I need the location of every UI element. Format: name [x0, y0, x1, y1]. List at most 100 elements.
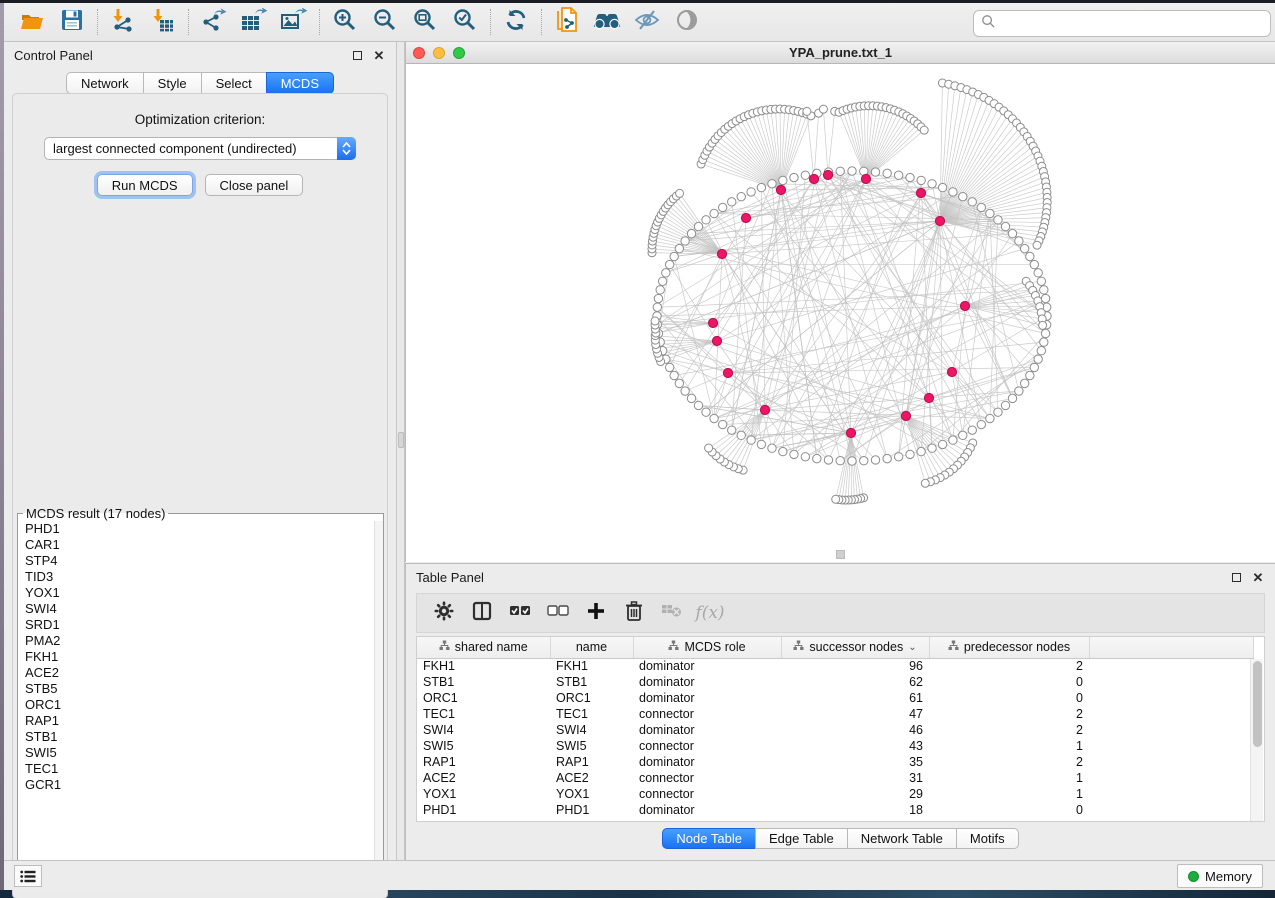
export-image-button[interactable]: [274, 6, 314, 38]
search-input[interactable]: [1001, 16, 1270, 31]
mcds-list-scrollbar[interactable]: [374, 521, 383, 873]
show-panel-button[interactable]: [667, 6, 707, 38]
table-row[interactable]: ORC1ORC1dominator610: [417, 690, 1253, 706]
mcds-result-item[interactable]: SWI5: [18, 745, 383, 761]
close-panel-icon[interactable]: ✕: [372, 48, 386, 62]
tab-mcds[interactable]: MCDS: [266, 72, 334, 94]
mcds-result-item[interactable]: ORC1: [18, 697, 383, 713]
import-network-button[interactable]: [103, 6, 143, 38]
table-row[interactable]: RAP1RAP1dominator352: [417, 754, 1253, 770]
status-bar: Memory: [4, 860, 1275, 890]
column-header-name[interactable]: name: [550, 637, 633, 658]
trash-button[interactable]: [617, 598, 651, 628]
close-panel-button[interactable]: Close panel: [205, 174, 304, 196]
refresh-button[interactable]: [496, 6, 536, 38]
table-row[interactable]: FKH1FKH1dominator962: [417, 658, 1253, 674]
network-window-title: YPA_prune.txt_1: [406, 45, 1275, 60]
check-all-button[interactable]: [503, 598, 537, 628]
table-scrollbar[interactable]: [1250, 659, 1263, 822]
splitter-grip[interactable]: [398, 432, 404, 448]
zoom-fit-button[interactable]: [405, 6, 445, 38]
node-table[interactable]: shared namenameMCDS rolesuccessor nodes⌄…: [417, 637, 1254, 818]
mcds-result-item[interactable]: PMA2: [18, 633, 383, 649]
zoom-selected-button[interactable]: [445, 6, 485, 38]
network-hscroll-thumb[interactable]: [836, 550, 845, 559]
export-table-button[interactable]: [234, 6, 274, 38]
tab-edge-table[interactable]: Edge Table: [755, 828, 847, 849]
save-session-button[interactable]: [52, 6, 92, 38]
save-session-icon: [61, 9, 83, 36]
network-canvas[interactable]: [406, 64, 1274, 560]
table-row[interactable]: ACE2ACE2connector311: [417, 770, 1253, 786]
run-mcds-button[interactable]: Run MCDS: [97, 174, 193, 196]
mcds-result-item[interactable]: FKH1: [18, 649, 383, 665]
mcds-result-item[interactable]: YOX1: [18, 585, 383, 601]
search-network-button[interactable]: [587, 6, 627, 38]
table-row[interactable]: STB1STB1dominator620: [417, 674, 1253, 690]
mcds-result-item[interactable]: CAR1: [18, 537, 383, 553]
table-row[interactable]: YOX1YOX1connector291: [417, 786, 1253, 802]
search-field[interactable]: [973, 10, 1271, 37]
delete-table-button[interactable]: [655, 598, 689, 628]
trash-icon: [625, 601, 643, 626]
tab-node-table[interactable]: Node Table: [662, 828, 755, 849]
table-row[interactable]: TEC1TEC1connector472: [417, 706, 1253, 722]
table-row[interactable]: SWI4SWI4dominator462: [417, 722, 1253, 738]
mcds-result-item[interactable]: TID3: [18, 569, 383, 585]
mcds-result-item[interactable]: STB1: [18, 729, 383, 745]
uncheck-all-button[interactable]: [541, 598, 575, 628]
mcds-result-item[interactable]: TEC1: [18, 761, 383, 777]
columns-button[interactable]: [465, 598, 499, 628]
criterion-dropdown[interactable]: largest connected component (undirected): [44, 137, 356, 160]
mcds-result-item[interactable]: ACE2: [18, 665, 383, 681]
mcds-result-list[interactable]: PHD1CAR1STP4TID3YOX1SWI4SRD1PMA2FKH1ACE2…: [18, 521, 383, 873]
zoom-selected-icon: [453, 8, 477, 37]
optimization-criterion-label: Optimization criterion:: [13, 112, 387, 127]
memory-button[interactable]: Memory: [1177, 864, 1263, 888]
add-button[interactable]: [579, 598, 613, 628]
float-table-panel-icon[interactable]: [1229, 570, 1243, 584]
float-window-icon[interactable]: [350, 48, 364, 62]
new-network-from-file-button[interactable]: [547, 6, 587, 38]
mcds-result-item[interactable]: SWI4: [18, 601, 383, 617]
tab-select[interactable]: Select: [201, 72, 266, 94]
mcds-result-item[interactable]: STB5: [18, 681, 383, 697]
column-header-shared-name[interactable]: shared name: [417, 637, 550, 658]
table-scrollbar-thumb[interactable]: [1253, 661, 1262, 747]
column-header-successor-nodes[interactable]: successor nodes⌄: [781, 637, 929, 658]
attribute-icon: [948, 640, 959, 654]
hide-panel-button[interactable]: [627, 6, 667, 38]
fx-button[interactable]: f(x): [693, 598, 727, 628]
gear-button[interactable]: [427, 598, 461, 628]
zoom-in-button[interactable]: [325, 6, 365, 38]
mcds-result-item[interactable]: PHD1: [18, 521, 383, 537]
open-file-button[interactable]: [12, 6, 52, 38]
tab-network-table[interactable]: Network Table: [847, 828, 956, 849]
list-icon: [20, 870, 36, 883]
close-table-panel-icon[interactable]: ✕: [1251, 570, 1265, 584]
node-table-container: shared namenameMCDS rolesuccessor nodes⌄…: [416, 636, 1265, 822]
tab-motifs[interactable]: Motifs: [956, 828, 1019, 849]
mcds-result-item[interactable]: RAP1: [18, 713, 383, 729]
tab-style[interactable]: Style: [143, 72, 201, 94]
mcds-result-item[interactable]: GCR1: [18, 777, 383, 793]
table-row[interactable]: PHD1PHD1dominator180: [417, 802, 1253, 818]
vertical-splitter[interactable]: [396, 42, 405, 860]
check-all-icon: [509, 604, 531, 622]
task-history-button[interactable]: [14, 865, 42, 887]
column-header-MCDS-role[interactable]: MCDS role: [633, 637, 781, 658]
table-panel-titlebar: Table Panel ✕: [406, 564, 1275, 590]
tab-network[interactable]: Network: [66, 72, 143, 94]
table-row[interactable]: SWI5SWI5connector431: [417, 738, 1253, 754]
network-graph[interactable]: [406, 64, 1274, 560]
export-network-button[interactable]: [194, 6, 234, 38]
sort-indicator-icon[interactable]: ⌄: [908, 642, 916, 653]
search-network-icon: [593, 9, 621, 36]
main-toolbar: [4, 3, 1275, 42]
mcds-result-item[interactable]: STP4: [18, 553, 383, 569]
network-window-titlebar[interactable]: YPA_prune.txt_1: [406, 42, 1275, 64]
column-header-predecessor-nodes[interactable]: predecessor nodes: [929, 637, 1089, 658]
zoom-out-button[interactable]: [365, 6, 405, 38]
mcds-result-item[interactable]: SRD1: [18, 617, 383, 633]
import-table-button[interactable]: [143, 6, 183, 38]
